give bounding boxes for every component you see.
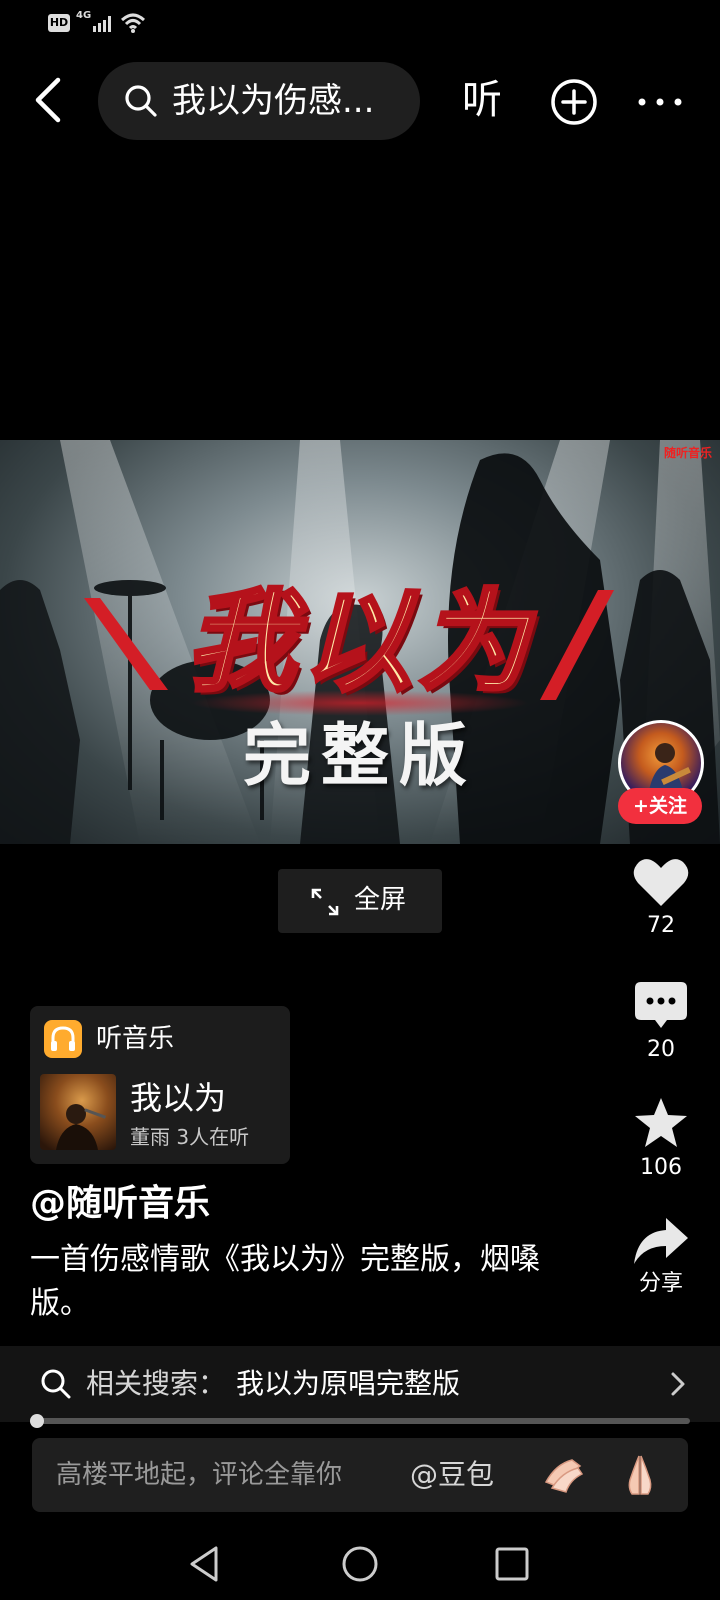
more-dots-icon[interactable]	[636, 88, 684, 116]
related-search-query: 我以为原唱完整版	[236, 1367, 461, 1400]
video-title-art: 我以为	[184, 575, 534, 708]
comment-count: 20	[647, 1037, 675, 1062]
clap-emoji-icon[interactable]	[542, 1452, 586, 1496]
music-card[interactable]: 听音乐 我以为 董雨 3人在听	[30, 1006, 290, 1164]
nav-back-icon[interactable]	[186, 1544, 226, 1584]
search-icon	[41, 1369, 71, 1399]
system-nav-bar	[0, 1526, 720, 1600]
song-title: 我以为	[130, 1079, 227, 1117]
share-label: 分享	[638, 1271, 683, 1296]
share-action[interactable]: 分享	[626, 1216, 696, 1298]
fullscreen-icon	[311, 888, 339, 916]
share-icon	[634, 1218, 688, 1264]
video-player[interactable]: 我以为 完整版 随听音乐	[0, 440, 720, 844]
music-app-name: 听音乐	[96, 1024, 175, 1054]
wifi-icon	[120, 13, 146, 33]
video-watermark: 随听音乐	[663, 446, 712, 460]
hd-indicator: HD	[48, 14, 70, 32]
star-icon	[635, 1098, 687, 1147]
like-count: 72	[647, 913, 675, 938]
nav-recents-icon[interactable]	[492, 1544, 532, 1584]
follow-button[interactable]: +关注	[618, 788, 702, 824]
comment-placeholder: 高楼平地起，评论全靠你	[56, 1460, 343, 1490]
related-search-prefix: 相关搜索：	[86, 1367, 227, 1400]
network-indicator: 4G	[76, 10, 92, 21]
comment-input[interactable]: 高楼平地起，评论全靠你 @豆包	[32, 1438, 688, 1512]
headphones-icon	[44, 1020, 82, 1058]
playback-progress-bar[interactable]	[30, 1414, 690, 1428]
album-cover	[40, 1074, 116, 1150]
heart-icon	[633, 859, 689, 906]
search-query: 我以为伤感...	[172, 81, 375, 121]
pray-emoji-icon[interactable]	[618, 1452, 662, 1496]
comment-icon	[635, 982, 687, 1028]
favorite-action[interactable]: 106	[626, 1096, 696, 1182]
author-name[interactable]: @随听音乐	[30, 1180, 210, 1228]
back-arrow-icon[interactable]	[30, 76, 70, 124]
fullscreen-label: 全屏	[354, 885, 407, 915]
mention-button[interactable]: @豆包	[410, 1456, 494, 1494]
favorite-count: 106	[640, 1155, 682, 1180]
related-search-bar[interactable]: 相关搜索： 我以为原唱完整版	[0, 1346, 720, 1422]
listen-button[interactable]: 听	[462, 72, 502, 128]
search-bar[interactable]: 我以为伤感...	[98, 62, 420, 140]
like-action[interactable]: 72	[626, 856, 696, 940]
search-icon	[125, 85, 157, 117]
artist-listeners: 董雨 3人在听	[130, 1125, 250, 1149]
video-subtitle-art: 完整版	[242, 716, 477, 796]
fullscreen-button[interactable]: 全屏	[278, 869, 442, 933]
comment-action[interactable]: 20	[626, 980, 696, 1064]
add-circle-icon[interactable]	[550, 78, 598, 126]
chevron-right-icon	[671, 1372, 685, 1396]
video-description: 一首伤感情歌《我以为》完整版，烟嗓版。	[30, 1242, 540, 1321]
signal-icon	[93, 16, 111, 32]
progress-thumb[interactable]	[30, 1414, 44, 1428]
nav-home-icon[interactable]	[340, 1544, 380, 1584]
status-bar: HD 4G	[0, 0, 720, 48]
